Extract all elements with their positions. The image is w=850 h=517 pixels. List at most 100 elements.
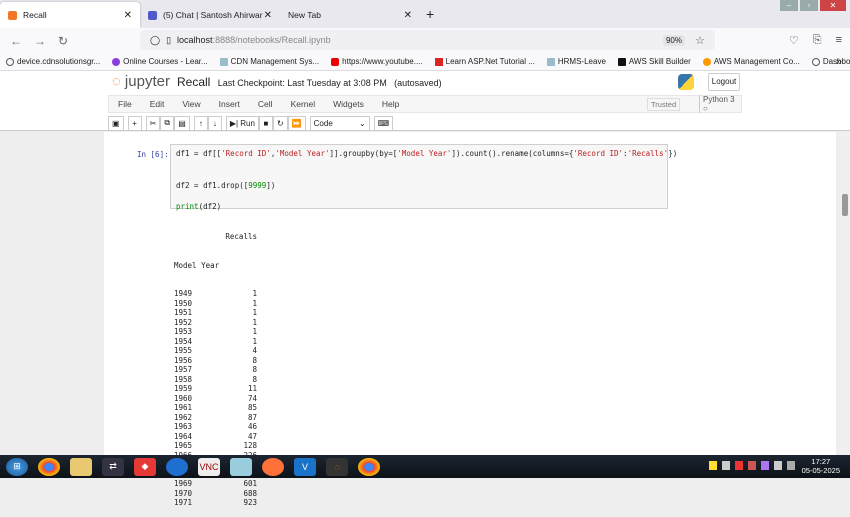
notepad-icon[interactable] [230,457,252,476]
forward-icon[interactable]: → [34,34,48,48]
recall-count: 8 [252,355,257,365]
recall-count: 74 [247,393,257,403]
windows-taskbar: ⊞ ⇄ ◆ VNC V ◌ 17:27 05-05-2025 [0,455,850,478]
tab-label: New Tab [288,10,321,20]
cell-type-value: Code [313,118,333,128]
paste-icon[interactable]: ▤ [174,115,190,131]
more-bookmarks-icon[interactable]: » [836,56,842,68]
bookmark-item[interactable]: HRMS-Leave [546,57,606,66]
menu-widgets[interactable]: Widgets [333,99,364,109]
new-tab-button[interactable]: + [426,6,434,22]
recall-count: 46 [247,422,257,431]
network-app-icon[interactable]: ⇄ [102,457,124,476]
start-button-icon[interactable]: ⊞ [6,457,28,476]
tray-icon[interactable] [709,461,717,470]
autosave-status: (autosaved) [394,78,442,88]
tray-icon[interactable] [748,461,756,470]
anydesk-icon[interactable]: ◆ [134,457,156,476]
bookmark-item[interactable]: Online Courses - Lear... [112,57,208,66]
close-tab-icon[interactable]: ✕ [404,10,412,21]
app-blue-icon[interactable] [166,457,188,476]
model-year: 1957 [174,365,193,374]
bookmark-item[interactable]: device.cdnsolutionsgr... [6,57,100,66]
maximize-button[interactable]: ▫ [800,0,818,11]
output-row: 1958 8 [174,375,257,385]
recall-count: 1 [252,317,257,327]
bookmark-item[interactable]: https://www.youtube.... [331,57,423,66]
tab-recall[interactable]: Recall ✕ [0,2,140,28]
run-button[interactable]: ▶| Run [225,115,259,131]
close-tab-icon[interactable]: ✕ [264,10,272,21]
recall-count: 1 [252,298,257,308]
tray-icon[interactable] [761,461,769,470]
jupyter-taskbar-icon[interactable]: ◌ [326,457,348,476]
column-header: Recalls [225,232,257,241]
move-up-icon[interactable]: ↑ [193,115,208,131]
restart-run-all-icon[interactable]: ⏩ [287,115,306,131]
bookmark-item[interactable]: Dashboard [811,57,850,66]
python-logo-icon [678,74,694,90]
reload-icon[interactable]: ↻ [58,34,72,48]
bookmark-item[interactable]: AWS Skill Builder [617,57,691,66]
pocket-icon[interactable]: ♡ [789,34,799,47]
chrome-icon[interactable] [358,457,380,476]
bookmark-item[interactable]: Learn ASP.Net Tutorial ... [434,57,535,66]
menu-cell[interactable]: Cell [258,99,273,109]
menu-file[interactable]: File [118,99,132,109]
volume-icon[interactable] [774,461,782,470]
jupyter-logo-icon: ◌ [112,73,121,90]
url-host: localhost [177,35,213,45]
save-icon[interactable]: ▣ [108,115,124,131]
close-tab-icon[interactable]: ✕ [124,10,132,21]
tab-new[interactable]: New Tab ✕ [280,2,420,28]
vnc-icon[interactable]: VNC [198,457,220,476]
recall-count: 1 [252,308,257,317]
file-explorer-icon[interactable] [70,457,92,476]
menu-insert[interactable]: Insert [219,99,240,109]
browser-tab-bar: Recall ✕ (5) Chat | Santosh Ahirwar | Mic… [0,0,850,28]
interrupt-icon[interactable]: ■ [258,115,273,131]
bookmark-item[interactable]: AWS Management Co... [702,57,800,66]
insert-cell-icon[interactable]: + [127,115,142,131]
bookmark-item[interactable]: CDN Management Sys... [219,57,319,66]
menu-help[interactable]: Help [382,99,399,109]
tab-chat[interactable]: (5) Chat | Santosh Ahirwar | Mic✕ [140,2,280,28]
cut-icon[interactable]: ✂ [145,115,161,131]
notebook-name[interactable]: Recall [177,75,210,89]
extensions-icon[interactable]: ⎘ [813,34,822,47]
bookmark-label: HRMS-Leave [557,57,606,66]
move-down-icon[interactable]: ↓ [207,115,222,131]
minimize-button[interactable]: – [780,0,798,11]
menu-edit[interactable]: Edit [150,99,165,109]
zoom-level[interactable]: 90% [662,34,685,46]
bookmark-star-icon[interactable]: ☆ [695,34,705,47]
network-icon[interactable] [787,461,795,470]
bookmark-label: AWS Skill Builder [628,57,691,66]
chevron-down-icon: ⌄ [358,118,366,128]
tray-icon[interactable] [735,461,743,470]
scrollbar[interactable] [840,132,850,455]
clock[interactable]: 17:27 05-05-2025 [802,457,840,475]
model-year: 1949 [174,289,193,298]
firefox-icon[interactable] [262,457,284,476]
copy-icon[interactable]: ⧉ [160,115,175,131]
jupyter-logo[interactable]: ◌ jupyter [112,73,170,90]
menu-kernel[interactable]: Kernel [291,99,316,109]
address-bar[interactable]: ◯ ▯ localhost:8888/notebooks/Recall.ipyn… [140,30,715,50]
logout-button[interactable]: Logout [708,73,740,91]
menu-view[interactable]: View [182,99,200,109]
command-palette-icon[interactable]: ⌨ [373,115,394,131]
tray-icon[interactable] [722,461,730,470]
scrollbar-thumb[interactable] [842,194,848,216]
code-cell-input[interactable]: df1 = df[['Record ID','Model Year']].gro… [170,144,677,211]
cell-type-select[interactable]: Code ⌄ [309,115,370,131]
close-window-button[interactable]: ✕ [820,0,846,11]
restart-icon[interactable]: ↻ [272,115,288,131]
vscode-icon[interactable]: V [294,457,316,476]
menu-icon[interactable]: ≡ [836,34,842,47]
back-icon[interactable]: ← [10,34,24,48]
model-year: 1965 [174,441,193,450]
chrome-icon[interactable] [38,457,60,476]
clock-date: 05-05-2025 [801,466,840,475]
trusted-badge[interactable]: Trusted [647,97,681,111]
